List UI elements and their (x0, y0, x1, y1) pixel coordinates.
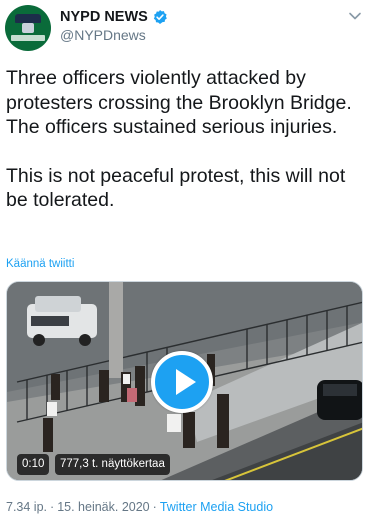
video-player[interactable]: 0:10 777,3 t. näyttökertaa (6, 281, 363, 481)
chevron-down-icon[interactable] (348, 9, 362, 23)
meta-separator: · (50, 500, 55, 514)
police-badge-icon (22, 23, 34, 33)
police-cap-icon (15, 14, 41, 23)
view-count: 777,3 t. näyttökertaa (55, 454, 170, 475)
translate-tweet-link[interactable]: Käännä twiitti (6, 258, 74, 270)
avatar-logo-band (11, 35, 45, 41)
video-duration: 0:10 (17, 454, 50, 475)
avatar[interactable] (5, 5, 51, 51)
tweet-time[interactable]: 7.34 ip. (6, 500, 47, 514)
tweet-paragraph-2: This is not peaceful protest, this will … (6, 164, 346, 212)
play-icon (176, 369, 196, 395)
tweet-source-link[interactable]: Twitter Media Studio (160, 500, 273, 514)
tweet-meta: 7.34 ip. · 15. heinäk. 2020 · Twitter Media … (6, 500, 273, 514)
verified-badge-icon (153, 10, 167, 24)
meta-separator: · (152, 500, 157, 514)
tweet-text: Three officers violently attacked by pro… (6, 66, 364, 237)
play-button[interactable] (151, 351, 213, 413)
tweet-date[interactable]: 15. heinäk. 2020 (57, 500, 149, 514)
tweet-paragraph-1: Three officers violently attacked by pro… (6, 67, 352, 139)
dark-car (317, 380, 362, 420)
tweet-header: NYPD NEWS @NYPDnews (0, 0, 370, 62)
user-handle[interactable]: @NYPDnews (60, 27, 146, 43)
name-row: NYPD NEWS (60, 7, 168, 27)
display-name[interactable]: NYPD NEWS (60, 9, 148, 25)
